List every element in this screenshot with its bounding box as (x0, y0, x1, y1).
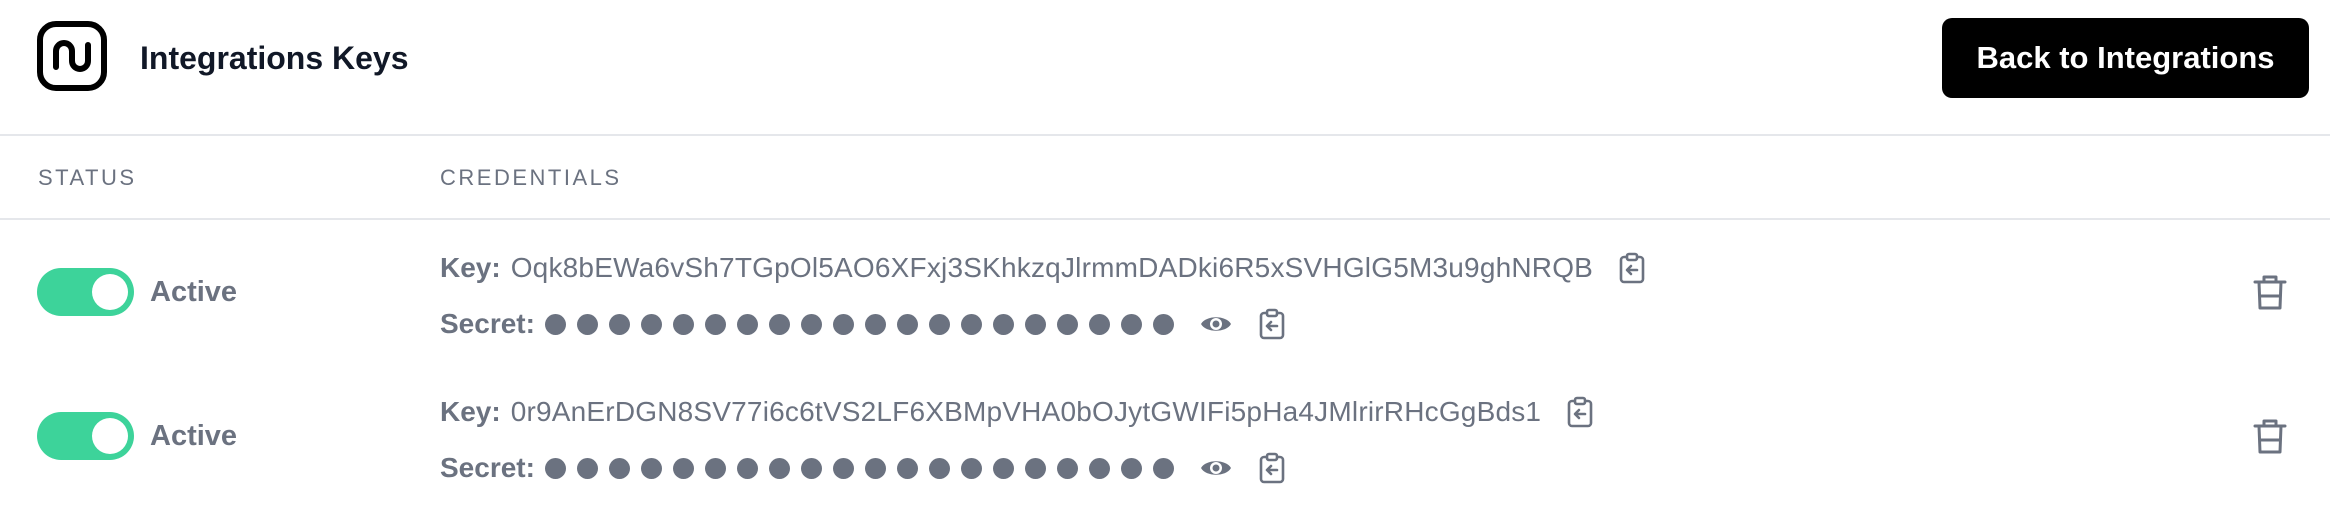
page-title: Integrations Keys (140, 40, 409, 76)
key-line: Key: 0r9AnErDGN8SV77i6c6tVS2LF6XBMpVHA0b… (440, 392, 1597, 432)
secret-mask-dot (608, 313, 630, 335)
status-toggle[interactable] (37, 268, 134, 316)
clipboard-copy-icon[interactable] (1563, 395, 1597, 429)
secret-mask-dot (544, 313, 566, 335)
secret-mask-dot (1056, 457, 1078, 479)
secret-mask-dot (800, 457, 822, 479)
secret-mask-dot (1088, 313, 1110, 335)
secret-mask-dot (992, 457, 1014, 479)
secret-masked-value (544, 457, 1185, 479)
table-row: Active Key: 0r9AnErDGN8SV77i6c6tVS2LF6XB… (0, 364, 2330, 508)
secret-mask-dot (672, 313, 694, 335)
clipboard-copy-icon[interactable] (1615, 251, 1649, 285)
status-label: Active (150, 276, 238, 308)
secret-mask-dot (864, 313, 886, 335)
secret-mask-dot (640, 457, 662, 479)
secret-mask-dot (672, 457, 694, 479)
key-line: Key: Oqk8bEWa6vSh7TGpOl5AO6XFxj3SKhkzqJl… (440, 248, 1649, 288)
secret-mask-dot (1120, 313, 1142, 335)
secret-mask-dot (1088, 457, 1110, 479)
key-label: Key: (440, 252, 501, 283)
secret-mask-dot (1024, 313, 1046, 335)
wave-logo-icon (37, 21, 107, 91)
toggle-knob (92, 274, 128, 310)
secret-mask-dot (960, 457, 982, 479)
column-header-status: STATUS (38, 165, 137, 190)
secret-mask-dot (1152, 457, 1174, 479)
column-header-credentials: CREDENTIALS (440, 165, 622, 190)
key-value: Oqk8bEWa6vSh7TGpOl5AO6XFxj3SKhkzqJlrmmDA… (510, 252, 1594, 283)
table-row: Active Key: Oqk8bEWa6vSh7TGpOl5AO6XFxj3S… (0, 220, 2330, 364)
secret-mask-dot (896, 313, 918, 335)
secret-mask-dot (704, 313, 726, 335)
back-to-integrations-button[interactable]: Back to Integrations (1942, 18, 2309, 98)
status-toggle[interactable] (37, 412, 134, 460)
secret-mask-dot (1056, 313, 1078, 335)
page-header: Integrations Keys Back to Integrations (0, 0, 2330, 136)
clipboard-copy-icon[interactable] (1255, 451, 1289, 485)
secret-mask-dot (832, 457, 854, 479)
secret-mask-dot (736, 313, 758, 335)
trash-icon[interactable] (2252, 416, 2288, 456)
secret-mask-dot (544, 457, 566, 479)
secret-mask-dot (640, 313, 662, 335)
secret-mask-dot (1024, 457, 1046, 479)
secret-mask-dot (832, 313, 854, 335)
secret-mask-dot (960, 313, 982, 335)
secret-mask-dot (864, 457, 886, 479)
toggle-knob (92, 418, 128, 454)
key-label: Key: (440, 396, 501, 427)
secret-mask-dot (1152, 313, 1174, 335)
secret-mask-dot (768, 313, 790, 335)
key-value: 0r9AnErDGN8SV77i6c6tVS2LF6XBMpVHA0bOJytG… (510, 396, 1542, 427)
secret-mask-dot (928, 457, 950, 479)
clipboard-copy-icon[interactable] (1255, 307, 1289, 341)
secret-mask-dot (800, 313, 822, 335)
secret-mask-dot (928, 313, 950, 335)
secret-label: Secret: (440, 308, 535, 339)
secret-label: Secret: (440, 452, 535, 483)
secret-masked-value (544, 313, 1185, 335)
secret-line: Secret: (440, 304, 1289, 344)
secret-mask-dot (1120, 457, 1142, 479)
secret-mask-dot (576, 313, 598, 335)
secret-mask-dot (992, 313, 1014, 335)
secret-mask-dot (704, 457, 726, 479)
trash-icon[interactable] (2252, 272, 2288, 312)
eye-icon[interactable] (1199, 451, 1233, 485)
secret-mask-dot (736, 457, 758, 479)
status-label: Active (150, 420, 238, 452)
secret-mask-dot (576, 457, 598, 479)
secret-mask-dot (768, 457, 790, 479)
table-header: STATUS CREDENTIALS (0, 136, 2330, 220)
secret-line: Secret: (440, 448, 1289, 488)
eye-icon[interactable] (1199, 307, 1233, 341)
secret-mask-dot (608, 457, 630, 479)
secret-mask-dot (896, 457, 918, 479)
